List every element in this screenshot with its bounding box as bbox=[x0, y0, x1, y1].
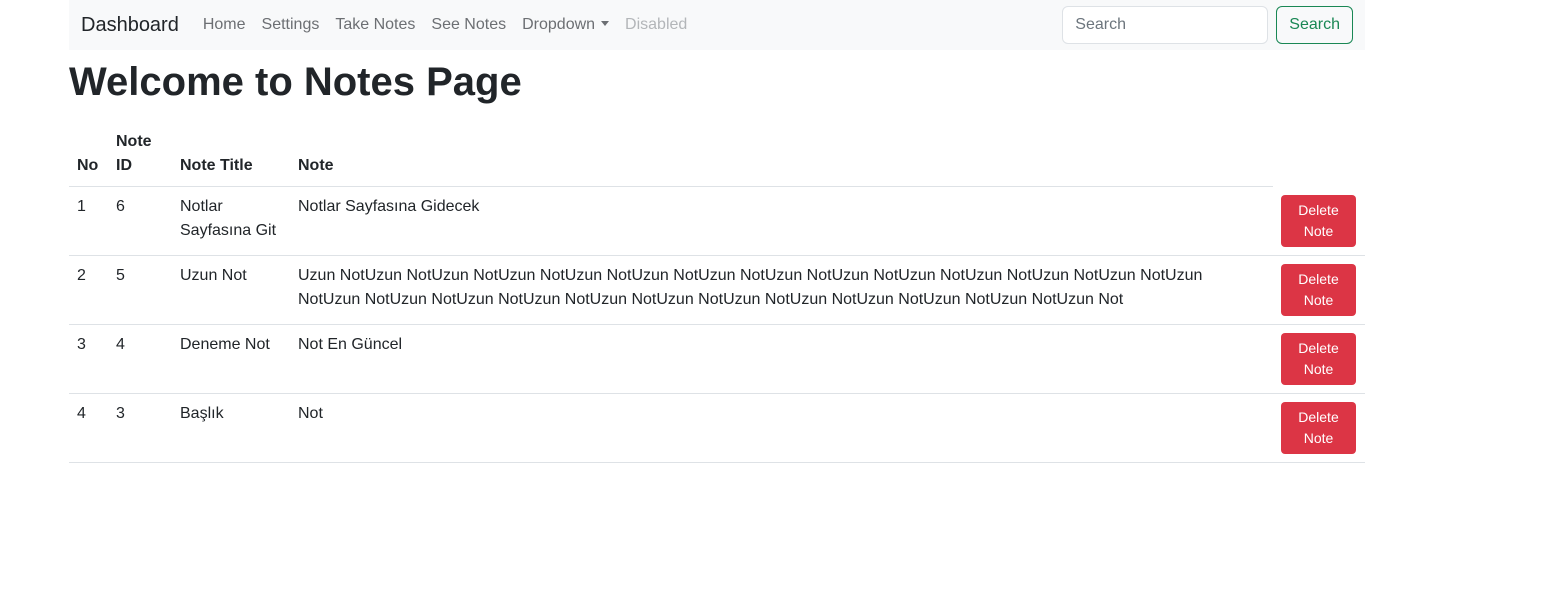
header-action bbox=[1273, 122, 1365, 187]
cell-action: Delete Note bbox=[1273, 393, 1365, 463]
nav-link-settings[interactable]: Settings bbox=[262, 16, 320, 34]
cell-note-id: 4 bbox=[108, 324, 172, 394]
cell-note-title: Uzun Not bbox=[172, 255, 290, 325]
table-row: 3 4 Deneme Not Not En Güncel Delete Note bbox=[69, 324, 1365, 394]
cell-note: Notlar Sayfasına Gidecek bbox=[290, 186, 1273, 256]
table-row: 2 5 Uzun Not Uzun NotUzun NotUzun NotUzu… bbox=[69, 255, 1365, 325]
navbar-brand[interactable]: Dashboard bbox=[81, 14, 179, 37]
cell-note-id: 5 bbox=[108, 255, 172, 325]
caret-down-icon bbox=[601, 21, 610, 26]
navbar: Dashboard Home Settings Take Notes See N… bbox=[69, 0, 1365, 50]
nav-link-home[interactable]: Home bbox=[203, 16, 246, 34]
cell-no: 1 bbox=[69, 186, 108, 256]
notes-table-body: 1 6 Notlar Sayfasına Git Notlar Sayfasın… bbox=[69, 186, 1365, 463]
header-note-title: Note Title bbox=[172, 122, 290, 187]
nav-dropdown-label: Dropdown bbox=[522, 16, 596, 33]
delete-note-button[interactable]: Delete Note bbox=[1281, 263, 1356, 316]
header-row: No Note ID Note Title Note bbox=[69, 122, 1365, 187]
cell-note-title: Başlık bbox=[172, 393, 290, 463]
nav-link-see-notes[interactable]: See Notes bbox=[431, 16, 506, 34]
cell-note-title: Notlar Sayfasına Git bbox=[172, 186, 290, 256]
cell-no: 4 bbox=[69, 393, 108, 463]
delete-note-button[interactable]: Delete Note bbox=[1281, 332, 1356, 385]
nav-link-disabled: Disabled bbox=[625, 16, 688, 33]
nav-link-take-notes[interactable]: Take Notes bbox=[335, 16, 415, 34]
page-container: Dashboard Home Settings Take Notes See N… bbox=[69, 0, 1365, 463]
cell-note: Not En Güncel bbox=[290, 324, 1273, 394]
notes-table: No Note ID Note Title Note 1 6 Notlar Sa… bbox=[69, 122, 1365, 463]
cell-no: 2 bbox=[69, 255, 108, 325]
header-no: No bbox=[69, 122, 108, 187]
notes-table-header: No Note ID Note Title Note bbox=[69, 122, 1365, 187]
table-row: 4 3 Başlık Not Delete Note bbox=[69, 393, 1365, 463]
search-button[interactable]: Search bbox=[1276, 6, 1353, 44]
table-row: 1 6 Notlar Sayfasına Git Notlar Sayfasın… bbox=[69, 186, 1365, 256]
cell-note-id: 6 bbox=[108, 186, 172, 256]
cell-no: 3 bbox=[69, 324, 108, 394]
cell-note-title: Deneme Not bbox=[172, 324, 290, 394]
header-note-id: Note ID bbox=[108, 122, 172, 187]
cell-action: Delete Note bbox=[1273, 255, 1365, 325]
delete-note-button[interactable]: Delete Note bbox=[1281, 401, 1356, 454]
search-input[interactable] bbox=[1062, 6, 1269, 44]
cell-note-id: 3 bbox=[108, 393, 172, 463]
cell-action: Delete Note bbox=[1273, 186, 1365, 256]
cell-note: Uzun NotUzun NotUzun NotUzun NotUzun Not… bbox=[290, 255, 1273, 325]
nav-dropdown-toggle[interactable]: Dropdown bbox=[522, 16, 610, 34]
cell-action: Delete Note bbox=[1273, 324, 1365, 394]
page-title: Welcome to Notes Page bbox=[69, 60, 522, 104]
delete-note-button[interactable]: Delete Note bbox=[1281, 194, 1356, 247]
header-note: Note bbox=[290, 122, 1273, 187]
cell-note: Not bbox=[290, 393, 1273, 463]
